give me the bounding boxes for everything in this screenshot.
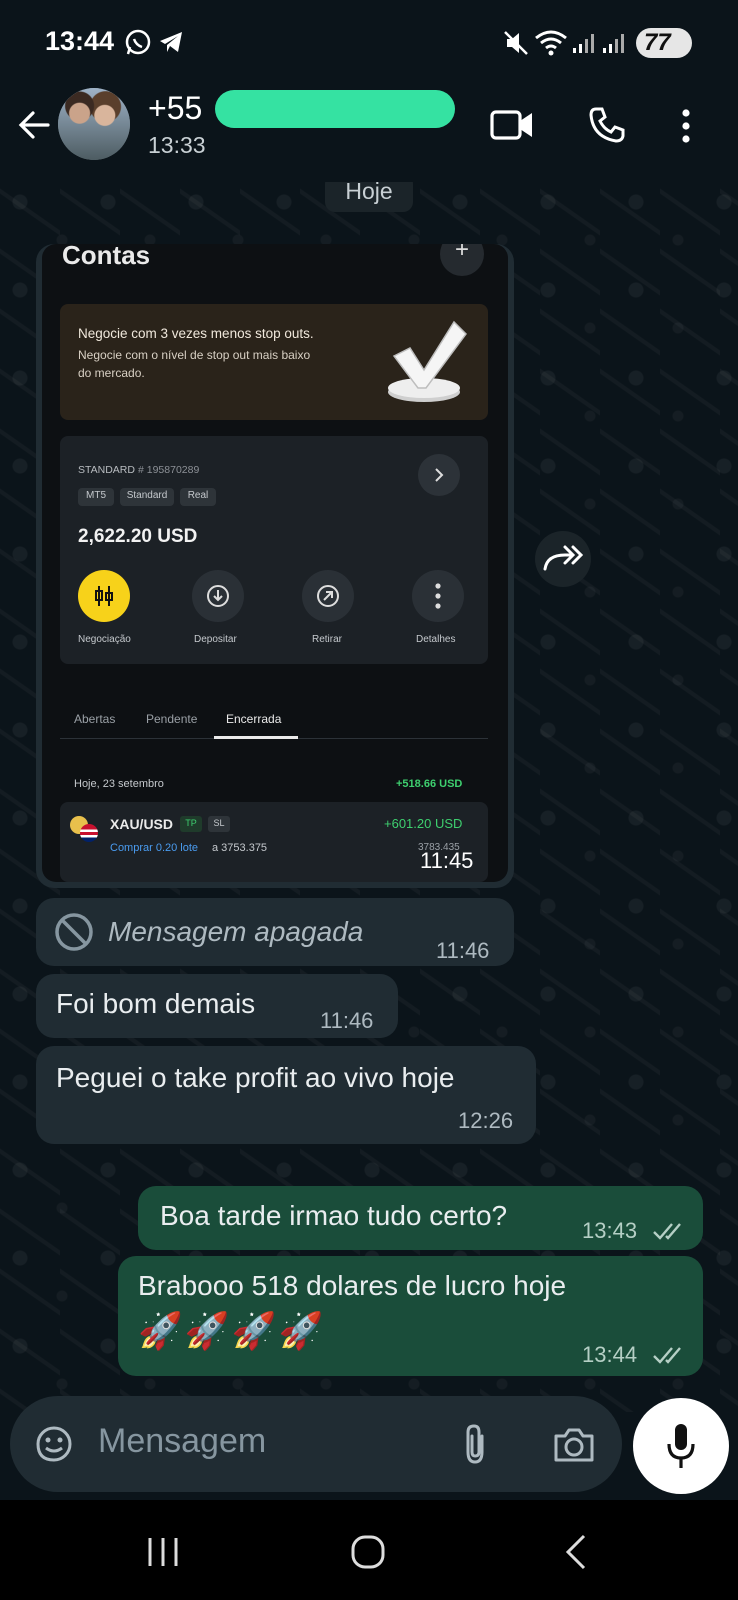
trade-open-price: a 3753.375 bbox=[212, 842, 268, 854]
blocked-icon bbox=[55, 913, 93, 951]
deleted-message-text: Mensagem apagada bbox=[108, 916, 364, 947]
outgoing-message-bubble[interactable]: Brabooo 518 dolares de lucro hoje 🚀🚀🚀🚀 1… bbox=[118, 1256, 703, 1376]
message-input-placeholder[interactable]: Mensagem bbox=[98, 1422, 266, 1461]
account-number: # 195870289 bbox=[138, 464, 200, 476]
forward-button[interactable] bbox=[535, 531, 591, 587]
chat-header: +55 13:33 bbox=[0, 80, 738, 182]
screenshot-tab-closed: Encerrada bbox=[226, 712, 282, 726]
download-circle-icon bbox=[207, 585, 229, 607]
whatsapp-notification-icon bbox=[125, 29, 151, 55]
trade-action: Comprar 0.20 lote bbox=[110, 842, 199, 854]
day-label: Hoje, 23 setembro bbox=[74, 778, 164, 790]
active-tab-indicator bbox=[214, 736, 298, 739]
forward-icon bbox=[543, 545, 584, 571]
tag-real: Real bbox=[180, 488, 216, 506]
sticker-icon[interactable] bbox=[32, 1422, 76, 1466]
promo-body-2: do mercado. bbox=[78, 366, 145, 380]
microphone-icon bbox=[667, 1424, 695, 1468]
message-input-bar[interactable]: Mensagem bbox=[10, 1396, 622, 1492]
message-time: 13:43 bbox=[582, 1218, 638, 1243]
candlestick-icon bbox=[95, 586, 113, 606]
account-card: STANDARD # 195870289 MT5 Standard Real 2… bbox=[60, 436, 488, 664]
attach-icon[interactable] bbox=[460, 1422, 490, 1466]
chevron-right-icon bbox=[435, 468, 444, 482]
action-label-details: Detalhes bbox=[416, 634, 456, 645]
more-vertical-icon bbox=[435, 583, 441, 609]
action-label-withdraw: Retirar bbox=[312, 634, 343, 645]
home-icon[interactable] bbox=[350, 1534, 386, 1570]
status-bar: 13:44 77 bbox=[0, 0, 738, 80]
action-label-trade: Negociação bbox=[78, 634, 131, 645]
back-nav-icon[interactable] bbox=[564, 1534, 588, 1570]
message-time: 11:46 bbox=[320, 1008, 374, 1033]
message-time: 13:44 bbox=[582, 1342, 638, 1367]
tag-mt5: MT5 bbox=[78, 488, 114, 506]
account-type: STANDARD bbox=[78, 464, 135, 476]
promo-body-1: Negocie com o nível de stop out mais bai… bbox=[78, 348, 311, 362]
tag-standard: Standard bbox=[120, 488, 174, 506]
incoming-message-bubble[interactable]: Peguei o take profit ao vivo hoje 12:26 bbox=[36, 1046, 536, 1144]
screenshot-title: Contas bbox=[62, 244, 151, 270]
account-balance: 2,622.20 USD bbox=[78, 526, 198, 547]
double-check-icon bbox=[653, 1347, 681, 1364]
double-check-icon bbox=[653, 1223, 681, 1240]
status-time: 13:44 bbox=[45, 26, 115, 56]
contact-name[interactable]: +55 bbox=[148, 90, 202, 127]
signal-icon-1 bbox=[573, 34, 594, 53]
screenshot-add-button: + bbox=[440, 244, 484, 276]
date-chip: Hoje bbox=[325, 182, 413, 212]
withdraw-action-circle bbox=[302, 570, 354, 622]
message-time: 12:26 bbox=[458, 1108, 514, 1133]
outgoing-message-bubble[interactable]: Boa tarde irmao tudo certo? 13:43 bbox=[138, 1186, 703, 1250]
us-flag-icon bbox=[80, 824, 98, 842]
last-seen: 13:33 bbox=[148, 132, 206, 158]
promo-card: Negocie com 3 vezes menos stop outs. Neg… bbox=[60, 304, 488, 420]
promo-title: Negocie com 3 vezes menos stop outs. bbox=[78, 326, 314, 341]
wifi-icon bbox=[535, 30, 567, 56]
recent-apps-icon[interactable] bbox=[146, 1536, 180, 1568]
system-navigation-bar bbox=[0, 1500, 738, 1600]
message-text: Foi bom demais bbox=[56, 988, 256, 1019]
more-options-icon[interactable] bbox=[680, 108, 692, 144]
deleted-message-bubble[interactable]: Mensagem apagada 11:46 bbox=[36, 898, 514, 966]
composer-area: Mensagem bbox=[0, 1380, 738, 1500]
image-message-bubble[interactable]: Contas + Negocie com 3 vezes menos stop … bbox=[36, 244, 514, 888]
signal-icon-2 bbox=[603, 34, 624, 53]
battery-level: 77 bbox=[644, 29, 671, 56]
message-text: Peguei o take profit ao vivo hoje bbox=[56, 1062, 455, 1093]
telegram-notification-icon bbox=[160, 32, 182, 52]
message-text: Boa tarde irmao tudo certo? bbox=[160, 1200, 508, 1231]
back-arrow-icon[interactable] bbox=[16, 107, 52, 143]
chat-area[interactable]: Hoje Contas + Negocie com 3 vezes menos … bbox=[0, 182, 738, 1412]
sl-badge: SL bbox=[208, 816, 230, 832]
battery-icon: 77 bbox=[636, 28, 692, 58]
tp-badge: TP bbox=[180, 816, 202, 832]
incoming-message-bubble[interactable]: Foi bom demais 11:46 bbox=[36, 974, 398, 1038]
mute-icon bbox=[504, 31, 528, 55]
checkmark-3d-icon bbox=[388, 320, 467, 402]
trade-action-circle bbox=[78, 570, 130, 622]
day-total: +518.66 USD bbox=[396, 778, 463, 790]
details-action-circle bbox=[412, 570, 464, 622]
screenshot-tab-pending: Pendente bbox=[146, 712, 198, 726]
deposit-action-circle bbox=[192, 570, 244, 622]
action-label-deposit: Depositar bbox=[194, 634, 237, 645]
trade-profit: +601.20 USD bbox=[384, 816, 463, 831]
shared-screenshot[interactable]: Contas + Negocie com 3 vezes menos stop … bbox=[42, 244, 508, 882]
microphone-button[interactable] bbox=[633, 1398, 729, 1494]
redaction-mark bbox=[215, 90, 455, 128]
screenshot-tab-open: Abertas bbox=[74, 712, 116, 726]
deleted-message-time: 11:46 bbox=[436, 938, 490, 963]
voice-call-icon[interactable] bbox=[588, 106, 626, 144]
video-call-icon[interactable] bbox=[490, 108, 534, 142]
avatar[interactable] bbox=[58, 88, 130, 160]
camera-icon[interactable] bbox=[552, 1426, 596, 1464]
image-message-time: 11:45 bbox=[420, 848, 474, 873]
rocket-emojis: 🚀🚀🚀🚀 bbox=[138, 1311, 326, 1352]
account-chevron bbox=[418, 454, 460, 496]
trade-symbol: XAU/USD bbox=[110, 816, 174, 832]
upload-circle-icon bbox=[317, 585, 339, 607]
message-text: Brabooo 518 dolares de lucro hoje bbox=[138, 1270, 567, 1301]
